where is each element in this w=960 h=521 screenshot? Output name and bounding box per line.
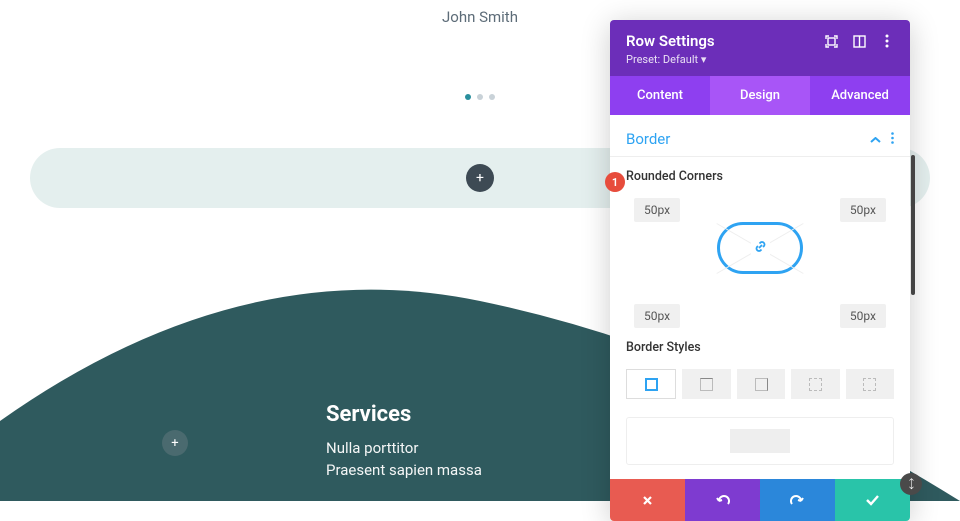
- tabs: Content Design Advanced: [610, 76, 910, 115]
- dot[interactable]: [489, 94, 495, 100]
- preset-dropdown[interactable]: Preset: Default ▾: [626, 53, 715, 66]
- chevron-up-icon[interactable]: [870, 129, 881, 148]
- tab-design[interactable]: Design: [710, 76, 810, 115]
- services-heading: Services: [326, 402, 482, 427]
- undo-button[interactable]: [685, 479, 760, 521]
- style-bottom[interactable]: [791, 369, 839, 399]
- panel-title: Row Settings: [626, 32, 715, 50]
- style-left[interactable]: [846, 369, 894, 399]
- scrollbar[interactable]: [911, 155, 915, 295]
- panel-header[interactable]: Row Settings Preset: Default ▾: [610, 20, 910, 76]
- cancel-button[interactable]: [610, 479, 685, 521]
- corner-tl-input[interactable]: 50px: [634, 198, 680, 222]
- tab-content[interactable]: Content: [610, 76, 710, 115]
- corner-preview: [717, 222, 803, 274]
- add-section-button[interactable]: +: [162, 430, 188, 456]
- services-block: Services Nulla porttitor Praesent sapien…: [326, 402, 482, 483]
- border-style-options: [626, 369, 894, 399]
- services-line: Praesent sapien massa: [326, 461, 482, 479]
- panel-footer: [610, 479, 910, 521]
- border-styles-label: Border Styles: [626, 340, 894, 355]
- section-title: Border: [626, 130, 670, 148]
- menu-icon[interactable]: [891, 129, 894, 148]
- border-width-control[interactable]: [626, 417, 894, 465]
- corner-bl-input[interactable]: 50px: [634, 304, 680, 328]
- columns-icon[interactable]: [852, 34, 866, 48]
- add-module-button[interactable]: +: [466, 164, 494, 192]
- tab-advanced[interactable]: Advanced: [810, 76, 910, 115]
- corner-br-input[interactable]: 50px: [840, 304, 886, 328]
- dot[interactable]: [465, 94, 471, 100]
- corner-tr-input[interactable]: 50px: [840, 198, 886, 222]
- section-header[interactable]: Border: [610, 115, 910, 157]
- rounded-corners-label: Rounded Corners: [626, 169, 894, 184]
- link-icon[interactable]: [751, 237, 770, 260]
- services-line: Nulla porttitor: [326, 439, 482, 457]
- corners-control: 50px 50px 50px 50px: [626, 198, 894, 328]
- style-all[interactable]: [626, 369, 676, 399]
- style-top[interactable]: [682, 369, 730, 399]
- menu-icon[interactable]: [880, 34, 894, 48]
- dot[interactable]: [477, 94, 483, 100]
- settings-panel: Row Settings Preset: Default ▾ Content D…: [610, 20, 910, 521]
- style-right[interactable]: [737, 369, 785, 399]
- panel-body: Rounded Corners 50px 50px 50px 50px Bord…: [610, 157, 910, 479]
- redo-button[interactable]: [760, 479, 835, 521]
- expand-icon[interactable]: [824, 34, 838, 48]
- step-badge: 1: [605, 172, 625, 192]
